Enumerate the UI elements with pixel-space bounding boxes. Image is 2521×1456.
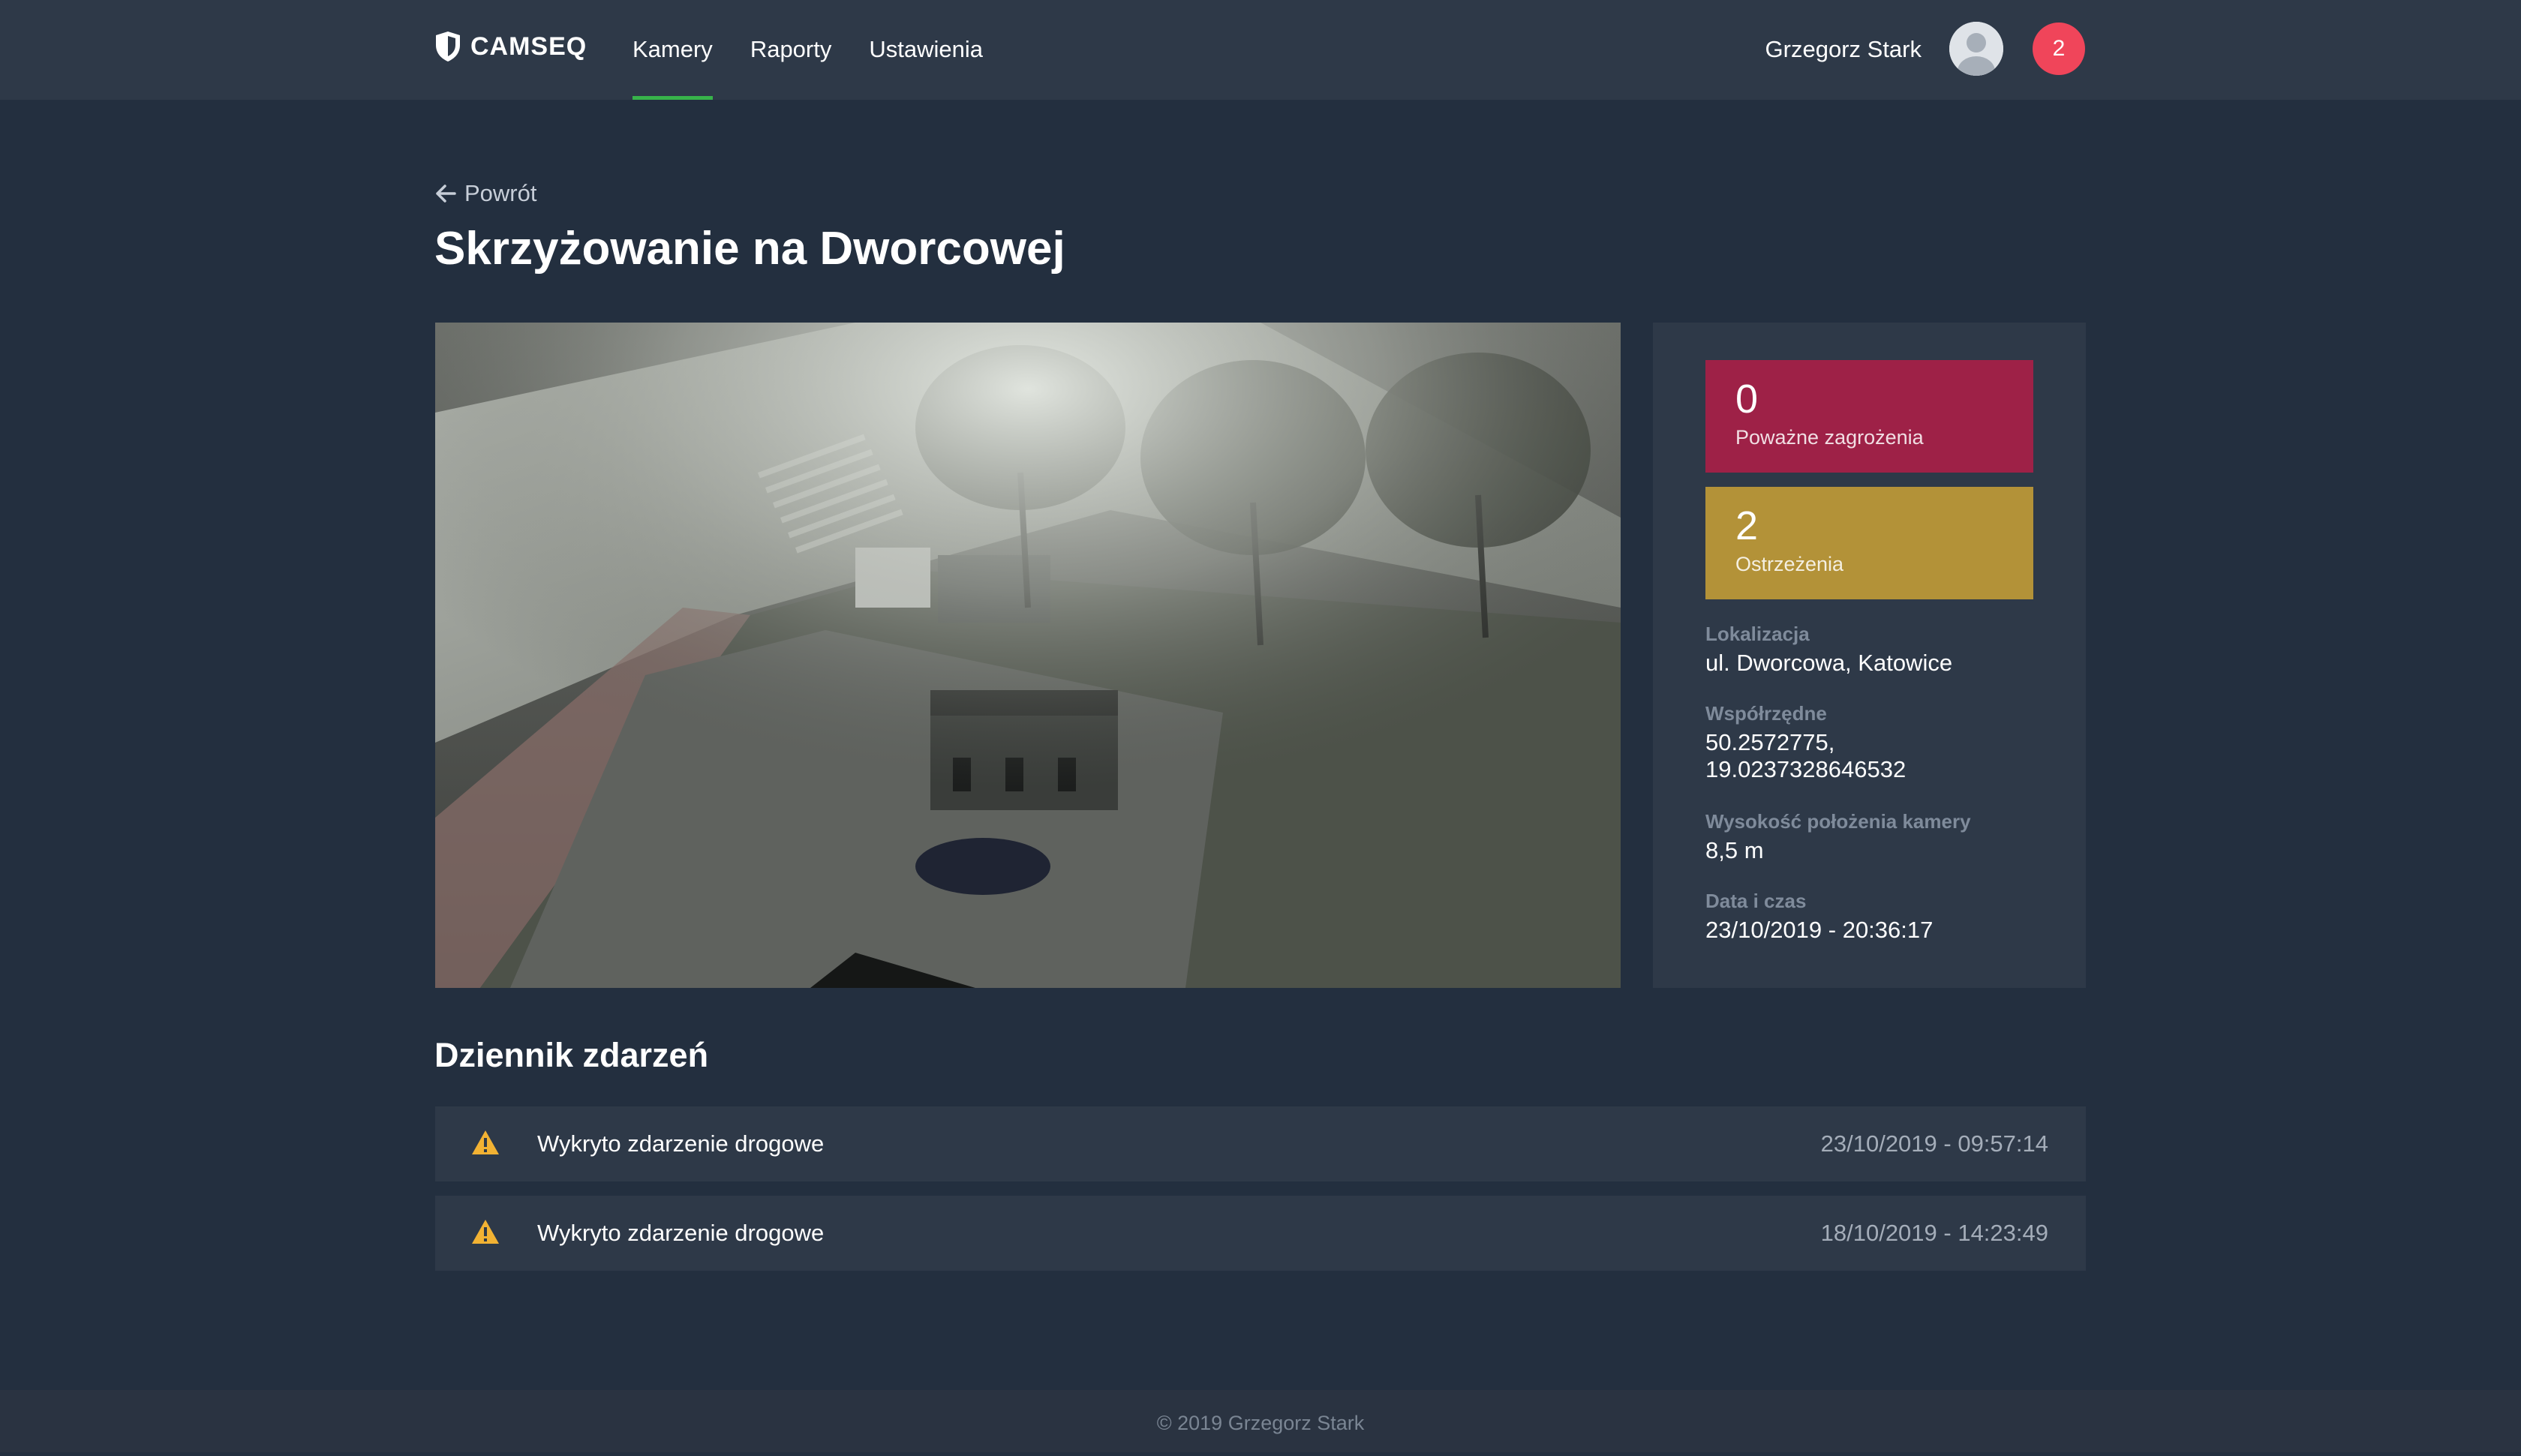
coordinates-value: 50.2572775, 19.0237328646532 — [1705, 729, 2036, 783]
event-description: Wykryto zdarzenie drogowe — [537, 1220, 825, 1246]
coordinates-label: Współrzędne — [1705, 702, 1827, 725]
arrow-left-icon — [436, 185, 456, 203]
datetime-info: Data i czas 23/10/2019 - 20:36:17 — [1705, 888, 2036, 944]
datetime-value: 23/10/2019 - 20:36:17 — [1705, 917, 1934, 943]
back-label: Powrót — [464, 180, 537, 206]
nav-item-ustawienia[interactable]: Ustawienia — [869, 0, 983, 100]
warning-icon — [470, 1129, 500, 1156]
notification-badge[interactable]: 2 — [2033, 23, 2085, 75]
list-item[interactable]: Wykryto zdarzenie drogowe 18/10/2019 - 1… — [435, 1196, 2086, 1271]
camera-height-value: 8,5 m — [1705, 837, 1764, 863]
footer: © 2019 Grzegorz Stark — [0, 1390, 2521, 1452]
copyright-text: © 2019 Grzegorz Stark — [1156, 1412, 1365, 1434]
event-timestamp: 18/10/2019 - 14:23:49 — [1820, 1220, 2048, 1246]
camera-info-panel: 0 Poważne zagrożenia 2 Ostrzeżenia Lokal… — [1653, 323, 2086, 988]
list-item[interactable]: Wykryto zdarzenie drogowe 23/10/2019 - 0… — [435, 1106, 2086, 1181]
main-nav: Kamery Raporty Ustawienia — [633, 0, 1020, 100]
nav-item-kamery[interactable]: Kamery — [633, 0, 713, 100]
serious-threats-label: Poważne zagrożenia — [1735, 426, 1924, 449]
camera-height-label: Wysokość położenia kamery — [1705, 810, 1971, 833]
camera-height-info: Wysokość położenia kamery 8,5 m — [1705, 809, 2036, 864]
serious-threats-count: 0 — [1735, 377, 1759, 422]
longitude-value: 19.0237328646532 — [1705, 756, 1907, 782]
warning-icon — [470, 1218, 500, 1245]
top-navigation-bar: CAMSEQ Kamery Raporty Ustawienia Grzegor… — [0, 0, 2521, 100]
back-link[interactable]: Powrót — [434, 180, 536, 207]
page-title: Skrzyżowanie na Dworcowej — [434, 223, 1065, 275]
location-label: Lokalizacja — [1705, 623, 1810, 645]
location-value: ul. Dworcowa, Katowice — [1705, 650, 1953, 676]
serious-threats-card[interactable]: 0 Poważne zagrożenia — [1705, 360, 2033, 473]
user-name[interactable]: Grzegorz Stark — [1765, 0, 1922, 99]
datetime-label: Data i czas — [1705, 890, 1807, 912]
warnings-count: 2 — [1735, 503, 1759, 548]
logo-text: CAMSEQ — [470, 32, 587, 61]
avatar[interactable] — [1949, 22, 2003, 76]
event-log-title: Dziennik zdarzeń — [434, 1036, 709, 1074]
shield-logo-icon — [436, 32, 460, 62]
user-avatar-icon — [1949, 22, 2003, 76]
event-timestamp: 23/10/2019 - 09:57:14 — [1820, 1130, 2048, 1157]
camera-feed-image — [435, 323, 1621, 988]
app-logo[interactable]: CAMSEQ — [434, 29, 587, 65]
event-description: Wykryto zdarzenie drogowe — [537, 1130, 825, 1157]
location-info: Lokalizacja ul. Dworcowa, Katowice — [1705, 621, 2036, 677]
camera-feed[interactable] — [435, 323, 1621, 988]
nav-item-raporty[interactable]: Raporty — [750, 0, 832, 100]
warnings-card[interactable]: 2 Ostrzeżenia — [1705, 487, 2033, 599]
latitude-value: 50.2572775, — [1705, 729, 1835, 755]
coordinates-info: Współrzędne 50.2572775, 19.0237328646532 — [1705, 701, 2036, 783]
warnings-label: Ostrzeżenia — [1735, 553, 1844, 575]
